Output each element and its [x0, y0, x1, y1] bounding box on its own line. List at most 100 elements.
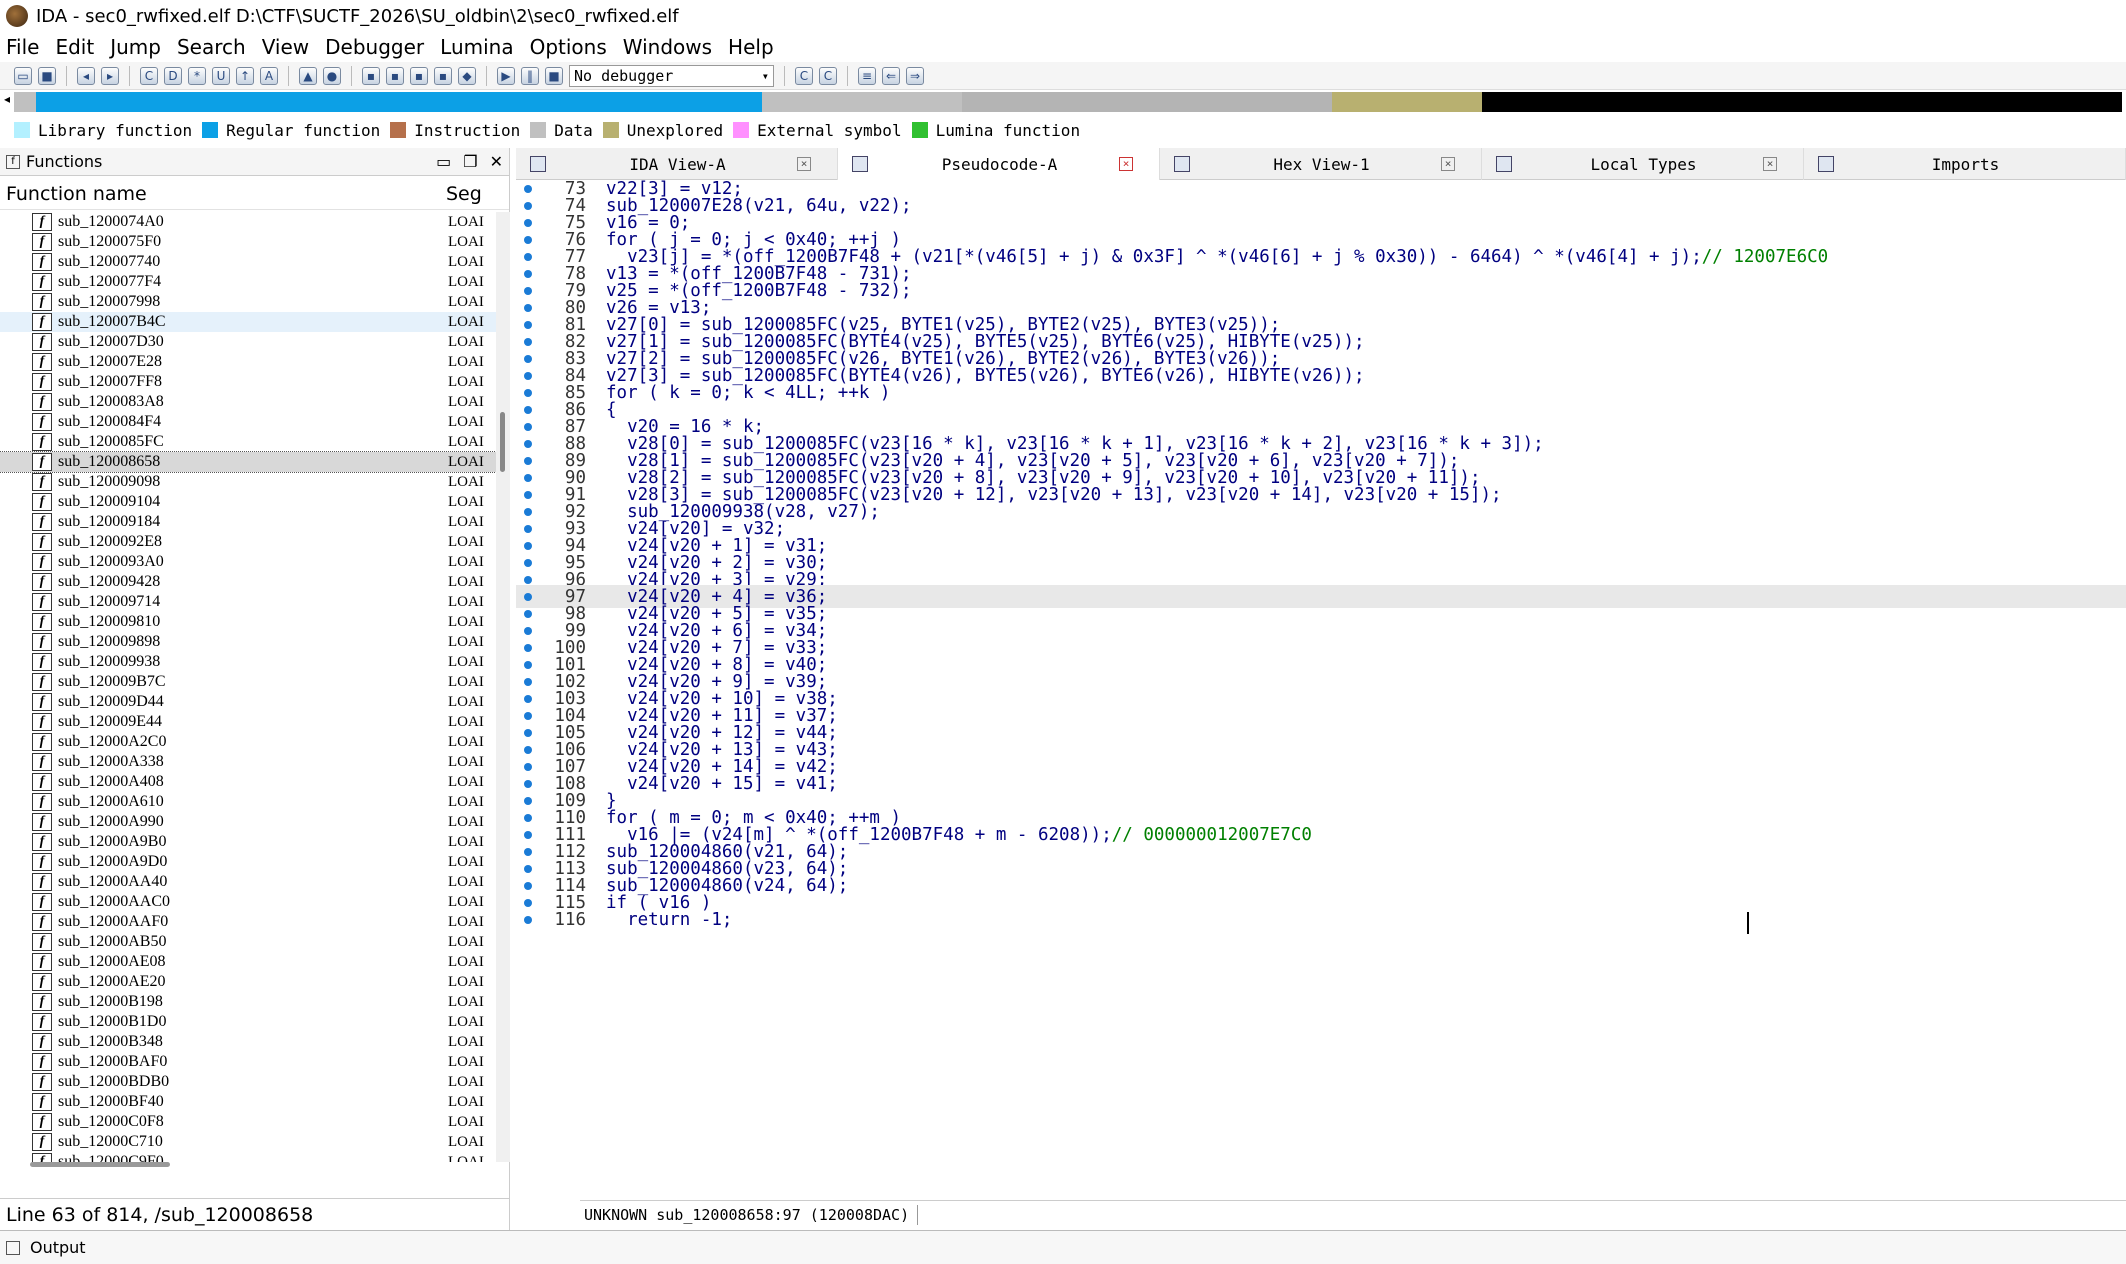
breakpoint-dot[interactable]	[524, 456, 532, 465]
function-row[interactable]: f sub_1200085FC LOAI	[0, 432, 496, 452]
menu-search[interactable]: Search	[177, 35, 246, 59]
function-row[interactable]: f sub_12000B1D0 LOAI	[0, 1012, 496, 1032]
function-row[interactable]: f sub_12000C9F0 LOAI	[0, 1152, 496, 1162]
menu-help[interactable]: Help	[728, 35, 774, 59]
graph-icon[interactable]: ▲	[299, 66, 317, 85]
breakpoint-dot[interactable]	[524, 286, 532, 295]
trace-icon[interactable]: ▪	[386, 66, 404, 85]
function-row[interactable]: f sub_120009810 LOAI	[0, 612, 496, 632]
breakpoint-dot[interactable]	[524, 864, 532, 873]
function-row[interactable]: f sub_12000A2C0 LOAI	[0, 732, 496, 752]
function-row[interactable]: f sub_12000A990 LOAI	[0, 812, 496, 832]
back-arrow-icon[interactable]: ◂	[77, 66, 95, 85]
function-row[interactable]: f sub_120009714 LOAI	[0, 592, 496, 612]
array-icon[interactable]: *	[188, 66, 206, 85]
function-row[interactable]: f sub_120009184 LOAI	[0, 512, 496, 532]
close-icon[interactable]: ×	[797, 157, 811, 171]
menu-jump[interactable]: Jump	[110, 35, 161, 59]
breakpoint-dot[interactable]	[524, 558, 532, 567]
functions-horizontal-scrollbar[interactable]	[30, 1162, 170, 1167]
breakpoint-dot[interactable]	[524, 575, 532, 584]
breakpoint-dot[interactable]	[524, 354, 532, 363]
function-row[interactable]: f sub_12000C710 LOAI	[0, 1132, 496, 1152]
breakpoint-dot[interactable]	[524, 371, 532, 380]
breakpoint-dot[interactable]	[524, 218, 532, 227]
function-row[interactable]: f sub_12000AAF0 LOAI	[0, 912, 496, 932]
breakpoint-dot[interactable]	[524, 728, 532, 737]
breakpoint-icon[interactable]: ▪	[362, 66, 380, 85]
forward-arrow-icon[interactable]: ▸	[101, 66, 119, 85]
menu-view[interactable]: View	[262, 35, 309, 59]
function-row[interactable]: f sub_12000AB50 LOAI	[0, 932, 496, 952]
function-row[interactable]: f sub_12000A408 LOAI	[0, 772, 496, 792]
breakpoint-dot[interactable]	[524, 898, 532, 907]
function-row[interactable]: f sub_12000C0F8 LOAI	[0, 1112, 496, 1132]
function-row[interactable]: f sub_120009E44 LOAI	[0, 712, 496, 732]
breakpoint-dot[interactable]	[524, 439, 532, 448]
pseudocode-icon[interactable]: C	[795, 66, 813, 85]
breakpoint-dot[interactable]	[524, 201, 532, 210]
function-row[interactable]: f sub_12000AE08 LOAI	[0, 952, 496, 972]
function-row[interactable]: f sub_12000AE20 LOAI	[0, 972, 496, 992]
code-icon[interactable]: C	[140, 66, 158, 85]
restore-icon[interactable]: ❐	[463, 152, 477, 171]
breakpoint-dot[interactable]	[524, 711, 532, 720]
menu-options[interactable]: Options	[530, 35, 607, 59]
maximize-icon[interactable]: ▭	[436, 152, 451, 171]
function-row[interactable]: f sub_120007740 LOAI	[0, 252, 496, 272]
function-row[interactable]: f sub_1200093A0 LOAI	[0, 552, 496, 572]
function-row[interactable]: f sub_1200092E8 LOAI	[0, 532, 496, 552]
breakpoint-dot[interactable]	[524, 592, 532, 601]
function-row[interactable]: f sub_12000B198 LOAI	[0, 992, 496, 1012]
function-row[interactable]: f sub_1200084F4 LOAI	[0, 412, 496, 432]
decompile-icon[interactable]: C	[819, 66, 837, 85]
function-row[interactable]: f sub_120007FF8 LOAI	[0, 372, 496, 392]
breakpoint-dot[interactable]	[524, 507, 532, 516]
function-row[interactable]: f sub_12000BF40 LOAI	[0, 1092, 496, 1112]
navigation-band[interactable]: ◂	[4, 92, 2126, 112]
structs-icon[interactable]: ◆	[458, 66, 476, 85]
breakpoint-dot[interactable]	[524, 830, 532, 839]
tab-imports[interactable]: Imports	[1804, 148, 2126, 180]
breakpoint-dot[interactable]	[524, 915, 532, 924]
pause-icon[interactable]: ‖	[521, 66, 539, 85]
close-icon[interactable]: ×	[1441, 157, 1455, 171]
function-row[interactable]: f sub_12000A610 LOAI	[0, 792, 496, 812]
function-row[interactable]: f sub_1200077F4 LOAI	[0, 272, 496, 292]
tab-ida-view-a[interactable]: IDA View-A ×	[516, 148, 838, 180]
function-row[interactable]: f sub_120007998 LOAI	[0, 292, 496, 312]
breakpoint-dot[interactable]	[524, 524, 532, 533]
breakpoint-dot[interactable]	[524, 269, 532, 278]
function-row[interactable]: f sub_120009B7C LOAI	[0, 672, 496, 692]
breakpoint-dot[interactable]	[524, 541, 532, 550]
column-segment[interactable]: Seg	[446, 183, 482, 205]
breakpoint-dot[interactable]	[524, 303, 532, 312]
breakpoint-dot[interactable]	[524, 235, 532, 244]
breakpoint-dot[interactable]	[524, 422, 532, 431]
xref-from-icon[interactable]: ⇐	[882, 66, 900, 85]
output-panel[interactable]: Output	[0, 1230, 2126, 1264]
function-row[interactable]: f sub_120009098 LOAI	[0, 472, 496, 492]
breakpoint-dot[interactable]	[524, 473, 532, 482]
stop-icon[interactable]: ■	[545, 66, 563, 85]
breakpoint-dot[interactable]	[524, 762, 532, 771]
function-row[interactable]: f sub_12000AAC0 LOAI	[0, 892, 496, 912]
function-row[interactable]: f sub_12000A338 LOAI	[0, 752, 496, 772]
close-icon[interactable]: ✕	[490, 152, 503, 171]
function-row[interactable]: f sub_120007B4C LOAI	[0, 312, 496, 332]
string-icon[interactable]: A	[260, 66, 278, 85]
breakpoint-dot[interactable]	[524, 626, 532, 635]
function-row[interactable]: f sub_12000BAF0 LOAI	[0, 1052, 496, 1072]
code-line[interactable]: 116 return -1;	[516, 908, 2126, 931]
run-icon[interactable]: ▶	[497, 66, 515, 85]
close-icon[interactable]: ×	[1119, 157, 1133, 171]
function-row[interactable]: f sub_120008658 LOAI	[0, 451, 496, 473]
column-function-name[interactable]: Function name	[6, 183, 446, 205]
segments-icon[interactable]: ▪	[410, 66, 428, 85]
function-row[interactable]: f sub_1200083A8 LOAI	[0, 392, 496, 412]
breakpoint-dot[interactable]	[524, 337, 532, 346]
breakpoint-dot[interactable]	[524, 881, 532, 890]
close-icon[interactable]: ×	[1763, 157, 1777, 171]
breakpoint-dot[interactable]	[524, 490, 532, 499]
tab-pseudocode-a[interactable]: Pseudocode-A ×	[838, 148, 1160, 180]
